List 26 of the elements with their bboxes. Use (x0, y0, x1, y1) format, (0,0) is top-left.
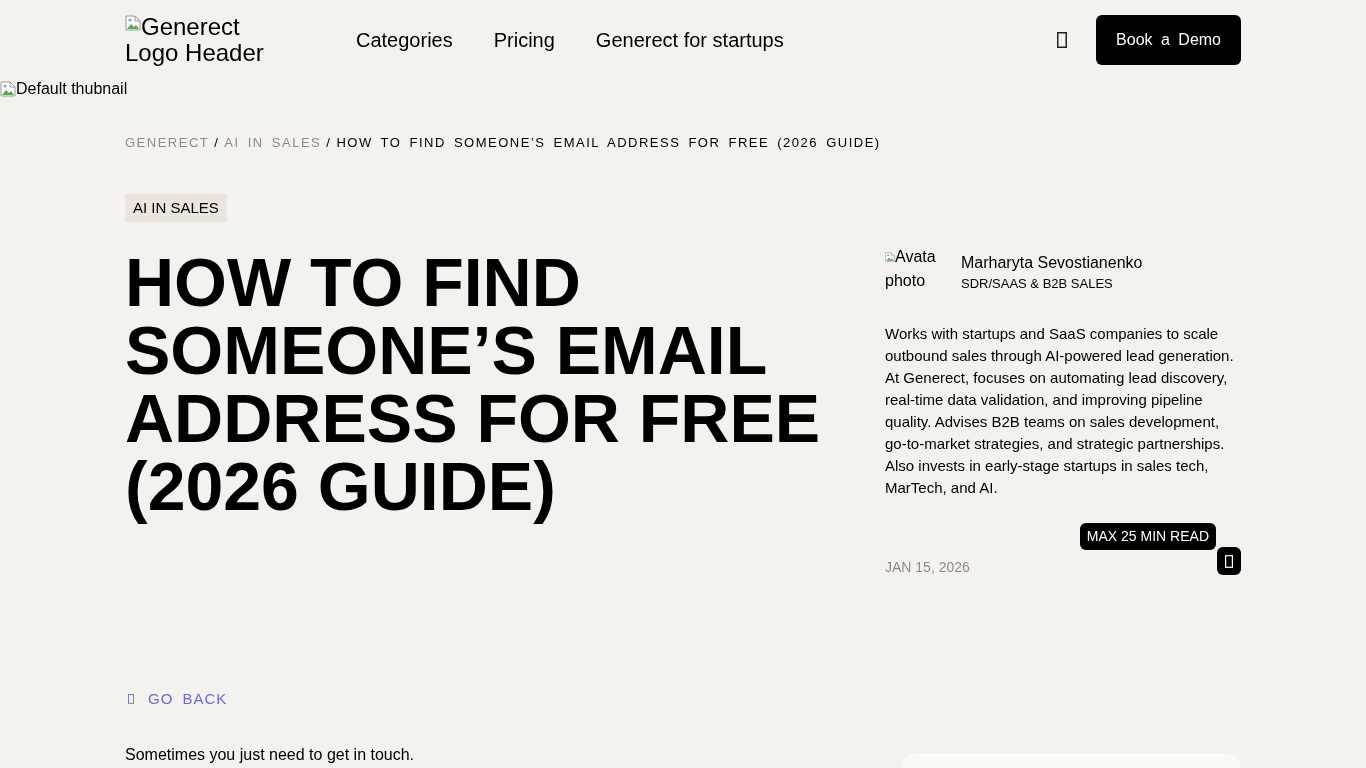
publish-date: JAN 15, 2026 (885, 559, 970, 575)
intro-text: Sometimes you just need to get in touch. (125, 746, 416, 764)
icon-button[interactable] (1056, 31, 1069, 49)
category-tag: AI IN SALES (125, 194, 227, 222)
breadcrumb-separator: / (326, 135, 332, 151)
nav-link[interactable]: Categories (356, 28, 453, 52)
nav-link[interactable]: Pricing (493, 28, 555, 52)
missing-glyph-icon (128, 694, 134, 704)
broken-image-icon (0, 81, 16, 97)
nav-link[interactable]: Generect for startups (595, 28, 784, 52)
logo-link[interactable]: Generect Logo Header (125, 14, 280, 66)
go-back-link[interactable]: GO BACK (125, 690, 228, 708)
book-demo-button[interactable]: Book a Demo (1096, 15, 1241, 65)
broken-image-icon (885, 252, 895, 262)
image-alt-text: Avata photo (885, 247, 937, 291)
author-bio: Works with startups and SaaS companies to scale outbound sales through AI-powered lead generation. At Generect, focuses on automating lead discovery, real-time data validation, and improving pipeline quality. Advises B2B teams on sales development, go-to-market strategies, and strategic partnerships. Also invests in early-stage startups in sales tech, MarTech, and AI. (885, 324, 1235, 498)
icon-button[interactable] (1217, 547, 1241, 575)
author-name: Marharyta Sevostianenko (961, 254, 1143, 272)
image-alt-text: Default thubnail (16, 80, 128, 98)
breadcrumb-current: HOW TO FIND SOMEONE’S EMAIL ADDRESS FOR FREE (2026 GUIDE) (336, 135, 881, 151)
read-time-badge: MAX 25 MIN READ (1079, 523, 1216, 550)
breadcrumb-separator: / (214, 135, 220, 151)
missing-glyph-icon (1057, 32, 1068, 48)
missing-glyph-icon (1225, 554, 1233, 568)
broken-image-icon (125, 15, 141, 31)
author-role: SDR/SAAS & B2B SALES (961, 276, 1114, 292)
